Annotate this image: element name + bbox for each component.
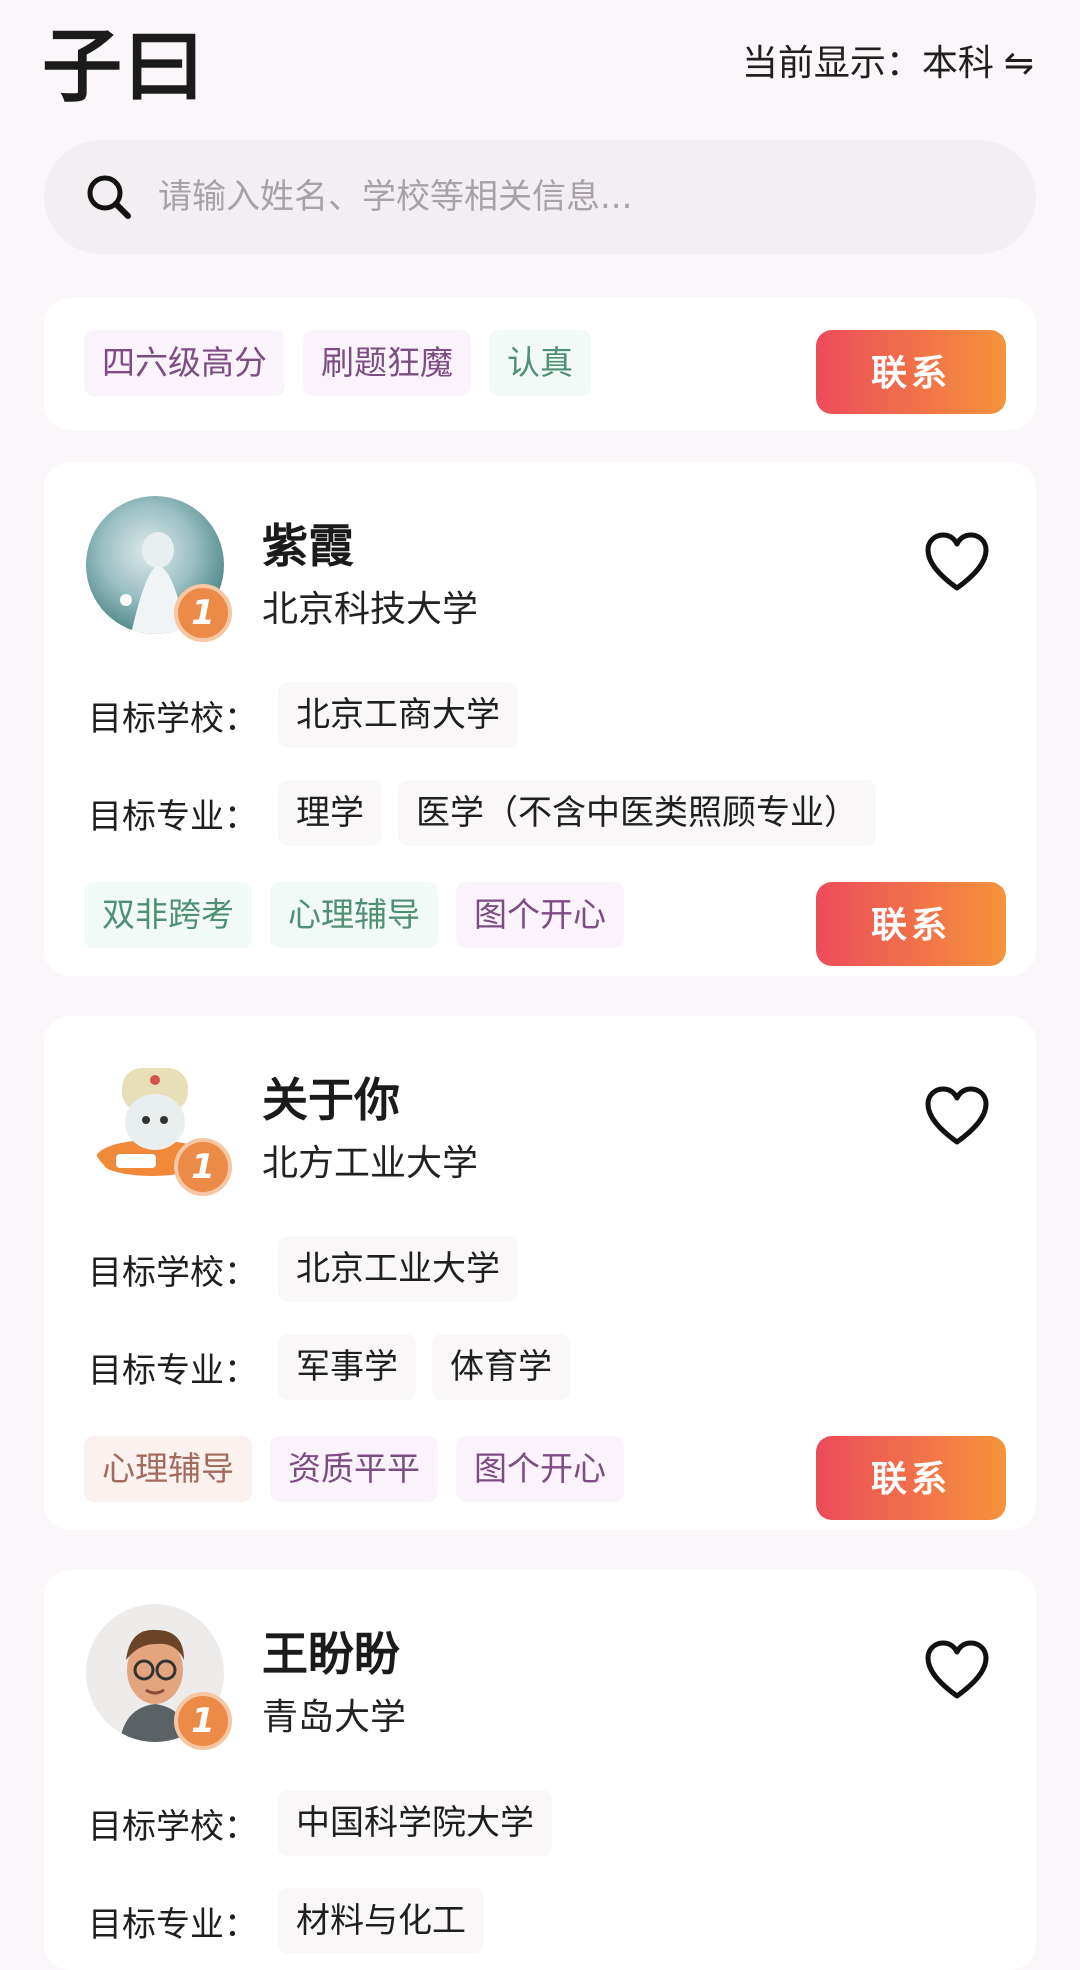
tag-list: 四六级高分 刷题狂魔 认真 <box>84 330 591 396</box>
mentor-school: 青岛大学 <box>262 1697 407 1738</box>
target-major-value: 医学（不含中医类照顾专业） <box>398 780 876 846</box>
heart-icon[interactable] <box>924 1640 990 1700</box>
target-school-value: 北京工商大学 <box>278 682 518 748</box>
target-major-value: 材料与化工 <box>278 1888 484 1954</box>
rank-badge: 1 <box>174 1692 232 1750</box>
mentor-school: 北京科技大学 <box>262 589 479 630</box>
target-school-value: 北京工业大学 <box>278 1236 518 1302</box>
tag: 心理辅导 <box>84 1436 252 1502</box>
tag-list: 双非跨考 心理辅导 图个开心 <box>84 882 624 948</box>
app-logo: 子曰 <box>42 20 206 113</box>
tag: 刷题狂魔 <box>303 330 471 396</box>
target-major-row: 目标专业： 材料与化工 <box>88 1888 484 1954</box>
display-mode-label: 当前显示：本科 <box>741 43 994 84</box>
mentor-name: 紫霞 <box>262 519 354 573</box>
mentor-school: 北方工业大学 <box>262 1143 479 1184</box>
mentor-card[interactable]: 1 王盼盼 青岛大学 目标学校： 中国科学院大学 目标专业： 材料与化工 <box>44 1570 1036 1970</box>
target-major-value: 体育学 <box>432 1334 570 1400</box>
contact-button[interactable]: 联系 <box>816 330 1006 414</box>
mentor-name: 关于你 <box>262 1073 400 1127</box>
rank-badge: 1 <box>174 584 232 642</box>
target-school-row: 目标学校： 北京工商大学 <box>88 682 518 748</box>
search-input[interactable] <box>156 176 980 218</box>
target-major-row: 目标专业： 理学 医学（不含中医类照顾专业） <box>88 780 876 846</box>
tag: 双非跨考 <box>84 882 252 948</box>
tag: 图个开心 <box>456 1436 624 1502</box>
target-major-label: 目标专业： <box>88 1904 258 1945</box>
target-school-label: 目标学校： <box>88 698 258 739</box>
target-major-label: 目标专业： <box>88 1350 258 1391</box>
tag: 认真 <box>489 330 591 396</box>
heart-icon[interactable] <box>924 532 990 592</box>
tag: 资质平平 <box>270 1436 438 1502</box>
tag: 心理辅导 <box>270 882 438 948</box>
target-school-row: 目标学校： 北京工业大学 <box>88 1236 518 1302</box>
heart-icon[interactable] <box>924 1086 990 1146</box>
target-major-label: 目标专业： <box>88 796 258 837</box>
rank-badge: 1 <box>174 1138 232 1196</box>
header: 子曰 当前显示：本科 ⇋ <box>0 0 1080 130</box>
mentor-card-partial: 四六级高分 刷题狂魔 认真 联系 <box>44 298 1036 430</box>
target-major-value: 理学 <box>278 780 382 846</box>
mentor-card[interactable]: 1 关于你 北方工业大学 目标学校： 北京工业大学 目标专业： 军事学 体育学 … <box>44 1016 1036 1530</box>
tag: 图个开心 <box>456 882 624 948</box>
target-major-row: 目标专业： 军事学 体育学 <box>88 1334 570 1400</box>
target-school-row: 目标学校： 中国科学院大学 <box>88 1790 552 1856</box>
tag-list: 心理辅导 资质平平 图个开心 <box>84 1436 624 1502</box>
display-mode-toggle[interactable]: 当前显示：本科 ⇋ <box>742 36 1034 92</box>
contact-button[interactable]: 联系 <box>816 882 1006 966</box>
tag: 四六级高分 <box>84 330 285 396</box>
search-bar[interactable] <box>44 140 1036 254</box>
contact-button[interactable]: 联系 <box>816 1436 1006 1520</box>
mentor-card[interactable]: 1 紫霞 北京科技大学 目标学校： 北京工商大学 目标专业： 理学 医学（不含中… <box>44 462 1036 976</box>
mentor-name: 王盼盼 <box>262 1627 400 1681</box>
swap-icon: ⇋ <box>1003 43 1034 84</box>
target-school-label: 目标学校： <box>88 1252 258 1293</box>
search-icon <box>87 175 131 219</box>
target-school-label: 目标学校： <box>88 1806 258 1847</box>
target-major-value: 军事学 <box>278 1334 416 1400</box>
target-school-value: 中国科学院大学 <box>278 1790 552 1856</box>
